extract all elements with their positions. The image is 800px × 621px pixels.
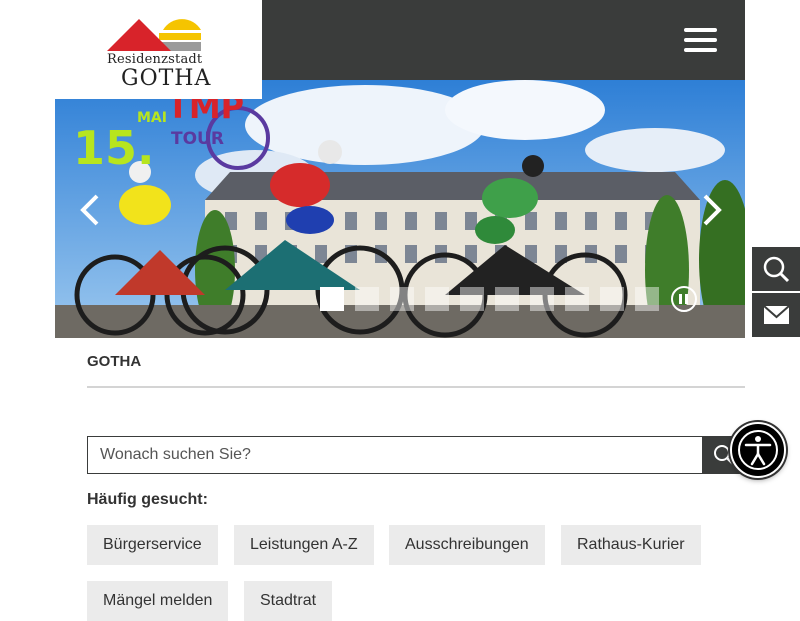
frequent-searches-label: Häufig gesucht: <box>87 491 208 508</box>
slide-dot[interactable] <box>635 287 659 311</box>
badge-month: MAI <box>137 110 167 126</box>
side-search-button[interactable] <box>752 247 800 291</box>
badge-tour: TOUR <box>171 129 224 149</box>
header-bar <box>262 0 745 80</box>
hamburger-icon-bar <box>684 48 717 52</box>
tag-leistungen[interactable]: Leistungen A-Z <box>234 525 374 565</box>
hamburger-icon-bar <box>684 38 717 42</box>
slide-dot[interactable] <box>600 287 624 311</box>
chevron-right-icon[interactable] <box>697 190 727 230</box>
chevron-left-icon[interactable] <box>75 190 105 230</box>
badge-day: 15. <box>73 121 155 175</box>
pause-button[interactable] <box>671 286 697 312</box>
slide-dot[interactable] <box>390 287 414 311</box>
tag-rathaus-kurier[interactable]: Rathaus-Kurier <box>561 525 701 565</box>
breadcrumb-divider <box>87 386 745 388</box>
slide-dot[interactable] <box>565 287 589 311</box>
search-input[interactable] <box>87 436 703 474</box>
side-mail-button[interactable] <box>752 293 800 337</box>
menu-button[interactable] <box>684 26 718 54</box>
logo-emblem-icon <box>107 19 201 51</box>
accessibility-icon <box>738 430 778 470</box>
mail-icon <box>763 305 790 324</box>
logo-text-line2: GOTHA <box>121 66 212 91</box>
site-logo[interactable]: Residenzstadt GOTHA <box>55 0 262 99</box>
tag-ausschreibungen[interactable]: Ausschreibungen <box>389 525 545 565</box>
pause-icon <box>679 294 682 304</box>
tag-maengel-melden[interactable]: Mängel melden <box>87 581 229 621</box>
slide-dot[interactable] <box>530 287 554 311</box>
tag-buergerservice[interactable]: Bürgerservice <box>87 525 218 565</box>
slide-dot[interactable] <box>495 287 519 311</box>
logo-text-line1: Residenzstadt <box>107 52 203 67</box>
pause-icon-bar <box>685 294 688 304</box>
hero-slider[interactable]: 15. MAI TMP TOUR <box>55 80 745 338</box>
breadcrumb[interactable]: GOTHA <box>87 353 141 370</box>
accessibility-button[interactable] <box>730 422 786 478</box>
slide-dot[interactable] <box>355 287 379 311</box>
tag-stadtrat[interactable]: Stadtrat <box>244 581 333 621</box>
slide-dot[interactable] <box>320 287 344 311</box>
search-icon <box>763 256 790 283</box>
hamburger-icon <box>684 28 717 32</box>
slide-dot[interactable] <box>460 287 484 311</box>
slide-dot[interactable] <box>425 287 449 311</box>
